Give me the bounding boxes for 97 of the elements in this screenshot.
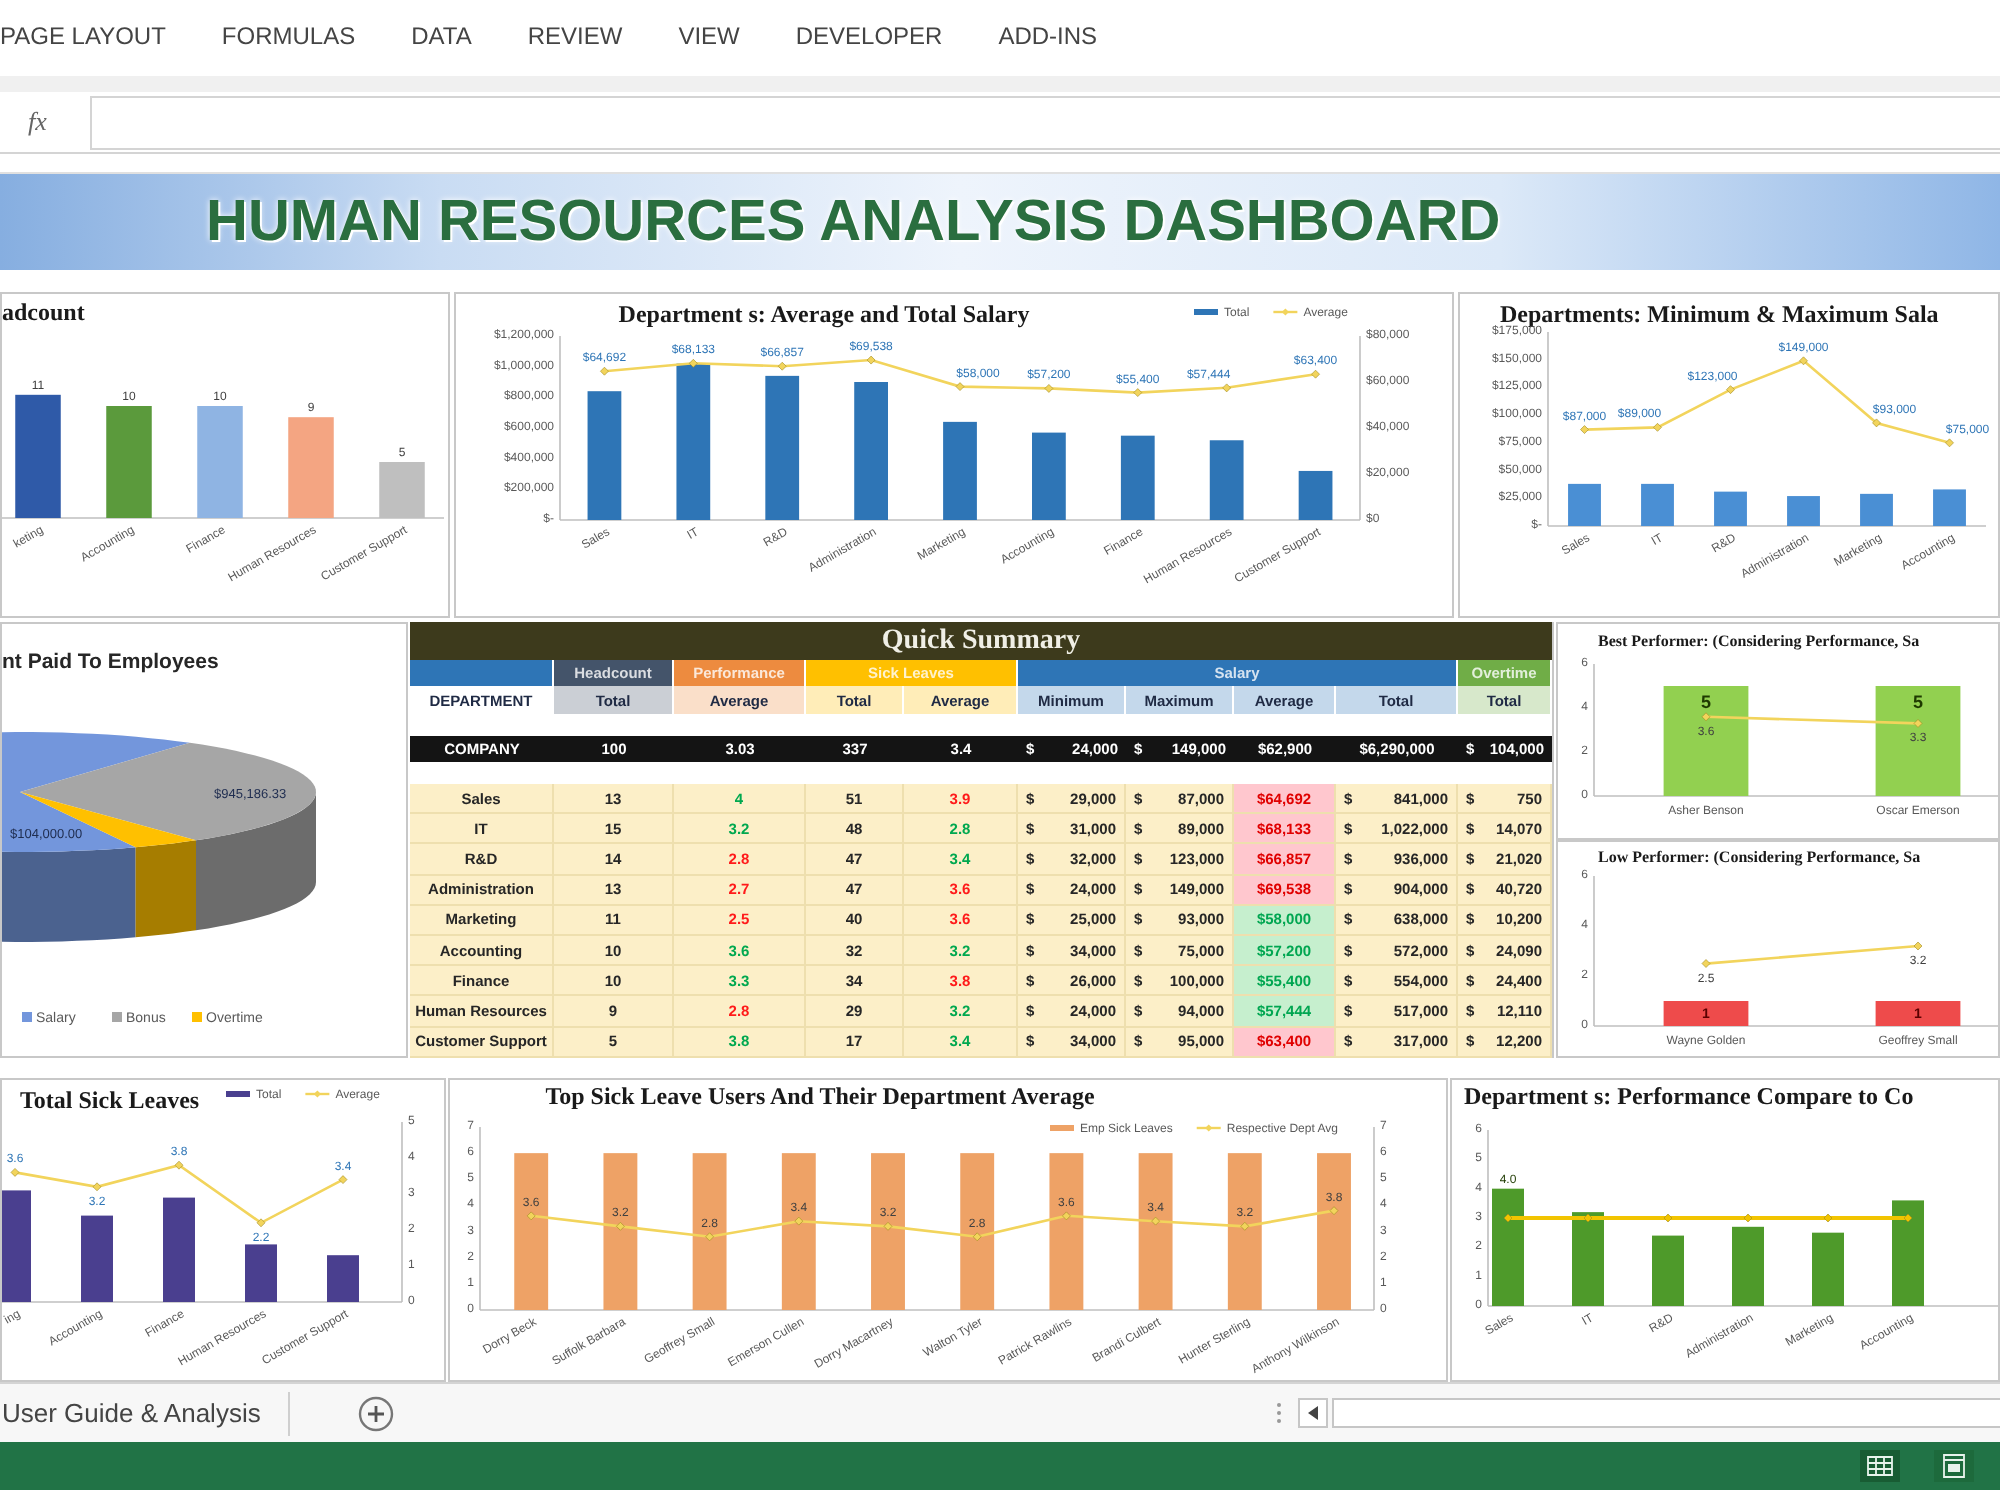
bar (288, 417, 334, 518)
ribbon-tab[interactable]: VIEW (678, 18, 740, 54)
bar (245, 1244, 277, 1302)
bar (1572, 1212, 1604, 1306)
data-point (174, 1160, 184, 1170)
dashboard-title: HUMAN RESOURCES ANALYSIS DASHBOARD (0, 174, 2000, 270)
bar (1568, 483, 1601, 526)
data-point (1903, 1213, 1913, 1223)
chart-title: Best Performer: (Considering Performance, Sa (1598, 632, 1920, 650)
bar (15, 394, 61, 518)
data-point (866, 355, 876, 365)
data-point (600, 366, 609, 376)
add-sheet-icon[interactable] (358, 1395, 395, 1431)
data-point (1583, 1213, 1593, 1223)
bar (2, 1190, 31, 1302)
bar (1663, 686, 1749, 796)
bar (1860, 493, 1893, 526)
bar (1787, 496, 1820, 526)
data-point (1726, 385, 1735, 394)
bar (1209, 440, 1244, 520)
chart-title: nt Paid To Employees (2, 650, 219, 674)
bar (1652, 1235, 1684, 1306)
bar (1120, 435, 1155, 520)
data-label: 5 (1913, 692, 1923, 712)
bar (1875, 1001, 1961, 1026)
chart-title: Top Sick Leave Users And Their Department Average (545, 1082, 1095, 1110)
data-point (777, 361, 787, 371)
legend-key-icon (1273, 308, 1298, 316)
data-point (1311, 369, 1320, 379)
sheet-tab[interactable]: User Guide & Analysis (0, 1391, 291, 1435)
ribbon-tab[interactable]: ADD-INS (998, 18, 1098, 54)
bar (1732, 1226, 1764, 1306)
data-point (1580, 425, 1589, 434)
chart-title: Departments: Minimum & Maximum Sala (1500, 300, 1939, 328)
bar (587, 391, 622, 520)
bar (106, 406, 152, 518)
data-point (1701, 959, 1711, 968)
data-point (1222, 383, 1231, 393)
bar (197, 406, 243, 518)
data-point (1663, 1213, 1673, 1223)
left-triangle-icon (1308, 1406, 1319, 1420)
data-point (1823, 1213, 1833, 1223)
chart-title: Total Sick Leaves (20, 1086, 200, 1114)
grid-view-icon[interactable] (1860, 1450, 1900, 1482)
ribbon-tab[interactable]: FORMULAS (221, 18, 356, 54)
data-point (1701, 712, 1711, 722)
ribbon-tab[interactable]: REVIEW (527, 18, 623, 54)
bar (1298, 470, 1333, 520)
data-point (1653, 423, 1662, 432)
bar (1032, 432, 1066, 520)
ribbon-tab[interactable]: DEVELOPER (795, 18, 943, 54)
data-point (1044, 384, 1054, 393)
bar (1663, 1001, 1749, 1026)
data-point (1133, 388, 1143, 397)
data-point (972, 1232, 982, 1242)
data-point (10, 1168, 20, 1177)
bar (1812, 1232, 1844, 1306)
bar (81, 1215, 113, 1302)
chart-title: Department s: Average and Total Salary (618, 300, 1030, 328)
bar (327, 1255, 359, 1302)
bar (854, 382, 888, 520)
data-point (1945, 438, 1954, 448)
ribbon-tab[interactable]: DATA (411, 18, 472, 54)
bar (1892, 1200, 1924, 1306)
table-title: Quick Summary (410, 622, 1552, 660)
horizontal-scrollbar[interactable] (1332, 1398, 2000, 1428)
data-point (689, 359, 698, 368)
bar (1641, 483, 1674, 526)
splitter-icon[interactable] (1276, 1402, 1283, 1424)
data-point (338, 1175, 348, 1184)
bar (1714, 491, 1747, 526)
bar (1875, 686, 1961, 796)
bar (1933, 489, 1966, 526)
scroll-left-button[interactable] (1298, 1398, 1329, 1428)
data-point (705, 1232, 714, 1242)
data-point (1913, 719, 1923, 728)
bar (1492, 1188, 1524, 1306)
data-point (955, 382, 965, 391)
data-point (1872, 418, 1881, 428)
data-point (1913, 941, 1923, 951)
bar (163, 1197, 195, 1302)
data-point (92, 1182, 102, 1192)
formula-input[interactable] (90, 95, 2000, 149)
chart-title: Low Performer: (Considering Performance, Sa (1598, 848, 1921, 866)
data-label: 5 (1701, 692, 1711, 712)
insert-function-button[interactable]: fx (28, 106, 90, 138)
data-point (256, 1218, 266, 1228)
ribbon-tab[interactable]: PAGE LAYOUT (0, 18, 166, 54)
legend-key-icon (226, 1091, 250, 1097)
chart-title: adcount (2, 298, 85, 326)
bar (943, 421, 977, 520)
data-point (1799, 356, 1808, 366)
legend-key-icon (1194, 309, 1218, 315)
chart-title: Department s: Performance Compare to Co (1464, 1082, 1914, 1110)
legend-key-icon (305, 1090, 330, 1098)
page-view-icon[interactable] (1934, 1450, 1974, 1482)
data-point (1503, 1213, 1513, 1223)
